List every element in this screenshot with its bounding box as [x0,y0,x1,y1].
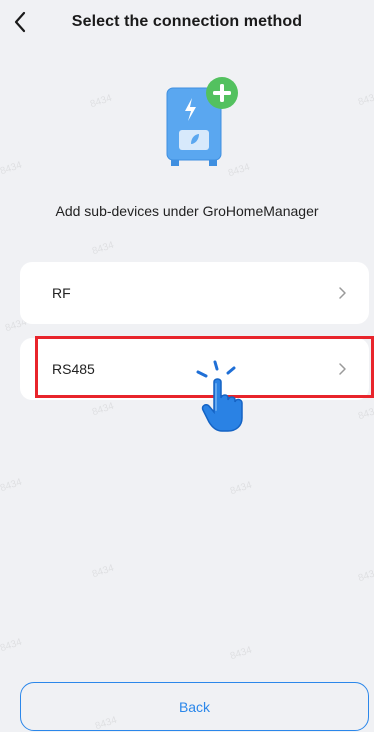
watermark: 8434 [0,636,24,655]
watermark: 8434 [90,400,116,419]
watermark: 8434 [0,476,24,495]
chevron-right-icon [339,287,346,299]
watermark: 8434 [228,644,254,663]
method-label: RF [52,285,71,301]
watermark: 8434 [0,159,24,178]
plus-badge-icon [206,77,238,109]
watermark: 8434 [356,566,374,585]
method-item-rf[interactable]: RF [20,262,369,324]
watermark: 8434 [228,479,254,498]
watermark: 8434 [90,239,116,258]
page-title: Select the connection method [71,13,303,30]
watermark: 8434 [90,562,116,581]
inverter-device-icon [166,77,238,166]
watermark: 8434 [88,92,114,111]
tap-hand-icon [196,360,243,432]
chevron-left-icon[interactable] [8,9,34,35]
watermark: 8434 [356,90,374,109]
subtitle: Add sub-devices under GroHomeManager [55,203,319,219]
watermark: 8434 [356,404,374,423]
header-bar: Select the connection method [0,0,374,44]
back-button[interactable]: Back [20,682,369,731]
